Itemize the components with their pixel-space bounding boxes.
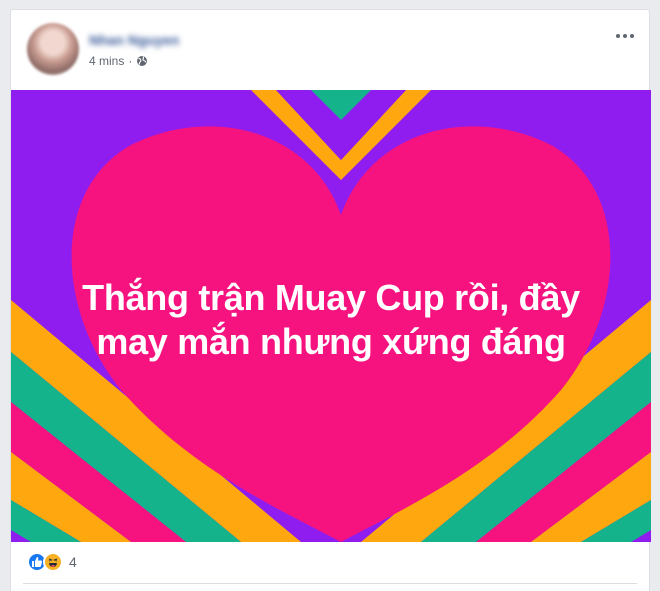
- more-dot: [616, 34, 620, 38]
- author-name[interactable]: Nhan Nguyen: [89, 32, 179, 48]
- post-text-line1: Thắng trận Muay Cup rồi, đầy: [82, 277, 580, 318]
- post-timestamp[interactable]: 4 mins: [89, 54, 124, 68]
- more-dot: [630, 34, 634, 38]
- globe-icon[interactable]: [136, 55, 148, 67]
- more-options-icon[interactable]: [611, 26, 639, 46]
- meta-separator: ·: [128, 54, 133, 68]
- post-header: Nhan Nguyen 4 mins ·: [11, 10, 649, 90]
- post-text: Thắng trận Muay Cup rồi, đầy may mắn như…: [11, 276, 651, 364]
- post-card: Nhan Nguyen 4 mins · Thắng trận Muay Cup…: [10, 9, 651, 591]
- reactions-summary[interactable]: 4: [27, 550, 77, 574]
- more-dot: [623, 34, 627, 38]
- author-avatar[interactable]: [27, 23, 79, 75]
- action-divider: [23, 583, 637, 584]
- reaction-count: 4: [69, 554, 77, 570]
- post-text-line2: may mắn nhưng xứng đáng: [96, 321, 566, 362]
- post-background-image[interactable]: Thắng trận Muay Cup rồi, đầy may mắn như…: [11, 90, 651, 542]
- post-meta: 4 mins ·: [89, 54, 148, 68]
- haha-icon: [43, 552, 63, 572]
